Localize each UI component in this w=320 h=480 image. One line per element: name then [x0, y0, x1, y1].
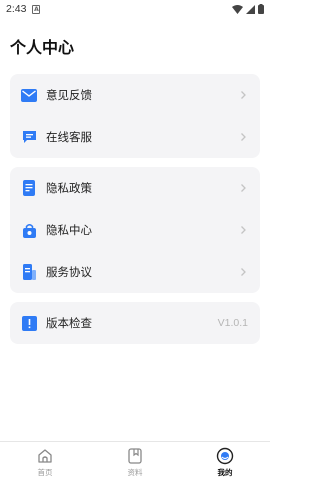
signal-icon — [246, 4, 255, 14]
privacy-policy-icon — [21, 180, 37, 196]
service-agreement-icon — [21, 264, 37, 280]
battery-icon — [258, 4, 264, 14]
version-card: 版本检查 V1.0.1 — [10, 302, 260, 344]
chevron-right-icon — [241, 226, 246, 234]
status-bar: 2:43 A — [0, 0, 270, 18]
chat-icon — [21, 129, 37, 145]
notification-icon: A — [32, 4, 41, 14]
version-value: V1.0.1 — [217, 317, 248, 329]
status-time: 2:43 — [6, 3, 27, 15]
chevron-right-icon — [241, 133, 246, 141]
privacy-center-icon — [21, 222, 37, 238]
menu-item-label: 版本检查 — [46, 316, 92, 330]
menu-item-privacy-center[interactable]: 隐私中心 — [10, 209, 260, 251]
menu-item-privacy-policy[interactable]: 隐私政策 — [10, 167, 260, 209]
menu-item-service-agreement[interactable]: 服务协议 — [10, 251, 260, 293]
menu-item-label: 意见反馈 — [46, 88, 92, 102]
menu-item-label: 隐私政策 — [46, 181, 92, 195]
feedback-service-card: 意见反馈 在线客服 — [10, 74, 260, 158]
document-icon — [128, 448, 142, 464]
menu-item-label: 服务协议 — [46, 265, 92, 279]
version-icon — [21, 315, 37, 331]
tab-mine[interactable]: 我的 — [180, 442, 270, 480]
home-icon — [38, 449, 52, 463]
menu-item-feedback[interactable]: 意见反馈 — [10, 74, 260, 116]
profile-icon — [216, 447, 234, 465]
mail-icon — [21, 87, 37, 103]
menu-item-online-service[interactable]: 在线客服 — [10, 116, 260, 158]
page-title: 个人中心 — [10, 38, 75, 57]
tab-label: 资料 — [127, 468, 143, 477]
chevron-right-icon — [241, 184, 246, 192]
tab-label: 我的 — [217, 468, 233, 477]
menu-item-version-check[interactable]: 版本检查 V1.0.1 — [10, 302, 260, 344]
privacy-card: 隐私政策 隐私中心 服务协议 — [10, 167, 260, 293]
menu-item-label: 隐私中心 — [46, 223, 92, 237]
bottom-tab-bar: 首页 资料 我的 — [0, 441, 270, 480]
tab-home[interactable]: 首页 — [0, 442, 90, 480]
tab-label: 首页 — [37, 468, 53, 477]
chevron-right-icon — [241, 91, 246, 99]
tab-materials[interactable]: 资料 — [90, 442, 180, 480]
chevron-right-icon — [241, 268, 246, 276]
wifi-icon — [232, 4, 243, 14]
menu-item-label: 在线客服 — [46, 130, 92, 144]
status-indicators — [232, 4, 264, 14]
